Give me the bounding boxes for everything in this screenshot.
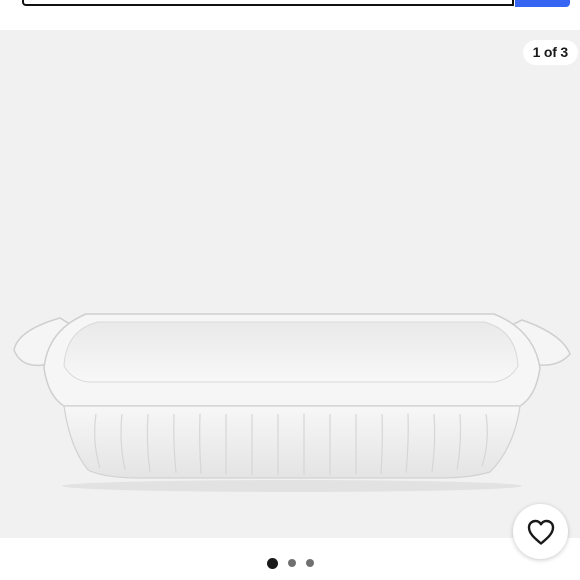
pagination-dot-1[interactable] <box>266 557 278 569</box>
add-to-watchlist-button[interactable] <box>513 504 568 559</box>
pagination-dot-3[interactable] <box>305 559 314 567</box>
search-button[interactable] <box>515 0 570 7</box>
image-counter-badge: 1 of 3 <box>522 40 578 65</box>
pagination-dot-2[interactable] <box>287 559 296 567</box>
heart-icon <box>527 519 554 545</box>
image-gallery[interactable]: 1 of 3 <box>0 30 580 538</box>
product-image <box>13 313 571 492</box>
gallery-pagination <box>0 553 580 573</box>
search-input[interactable] <box>22 0 514 6</box>
